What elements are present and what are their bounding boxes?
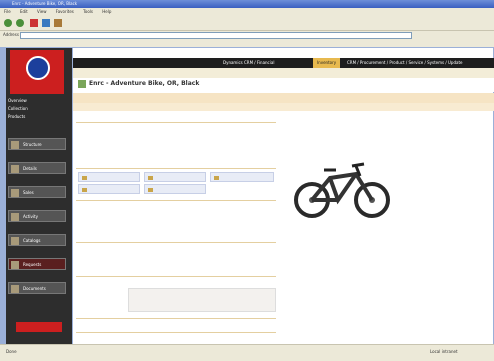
- product-icon: [78, 80, 86, 88]
- divider: [76, 318, 276, 319]
- quick-link-tile[interactable]: [144, 172, 206, 182]
- menu-tools[interactable]: Tools: [83, 8, 93, 16]
- sidebar-button-structure[interactable]: Structure: [8, 138, 66, 150]
- sidebar-button-documents[interactable]: Documents: [8, 282, 66, 294]
- sidebar-button-requests[interactable]: Requests: [8, 258, 66, 270]
- status-zone: Local intranet: [430, 349, 458, 354]
- menu-bar: File Edit View Favorites Tools Help: [0, 8, 494, 16]
- breadcrumb: [73, 68, 494, 78]
- menu-view[interactable]: View: [37, 8, 47, 16]
- sidebar-link-collection[interactable]: Collection: [8, 106, 28, 111]
- status-text: Done: [6, 349, 17, 354]
- product-image: [294, 162, 390, 218]
- divider: [76, 168, 276, 169]
- home-icon[interactable]: [54, 19, 62, 27]
- window-title: Enrc - Adventure Bike, OR, Black: [12, 1, 78, 6]
- browser-toolbar: [0, 16, 494, 31]
- bike-frame: [310, 171, 374, 205]
- tab-financial[interactable]: Dynamics CRM / Financial: [223, 58, 274, 68]
- divider: [76, 242, 276, 243]
- links-bar: [0, 39, 494, 47]
- tab-procurement[interactable]: CRM / Procurement / Product / Service / …: [347, 58, 463, 68]
- back-icon[interactable]: [4, 19, 12, 27]
- quick-link-tile[interactable]: [144, 184, 206, 194]
- record-title: Enrc - Adventure Bike, OR, Black: [89, 80, 200, 87]
- sidebar-button-catalogs[interactable]: Catalogs: [8, 234, 66, 246]
- address-label: Address: [3, 32, 19, 37]
- sidebar-footer-logo: [16, 322, 62, 332]
- menu-favorites[interactable]: Favorites: [56, 8, 74, 16]
- notes-field[interactable]: [128, 288, 276, 312]
- address-input[interactable]: [20, 32, 412, 39]
- divider: [76, 200, 276, 201]
- menu-help[interactable]: Help: [102, 8, 111, 16]
- quick-link-tile[interactable]: [78, 184, 140, 194]
- quick-link-tile[interactable]: [78, 172, 140, 182]
- divider: [76, 122, 276, 123]
- quick-link-tile[interactable]: [210, 172, 274, 182]
- sidebar-button-details[interactable]: Details: [8, 162, 66, 174]
- forward-icon[interactable]: [16, 19, 24, 27]
- menu-file[interactable]: File: [4, 8, 11, 16]
- sidebar-link-overview[interactable]: Overview: [8, 98, 27, 103]
- brand-logo: [10, 50, 64, 94]
- record-header: Enrc - Adventure Bike, OR, Black: [73, 78, 494, 92]
- status-bar: Done Local intranet: [0, 344, 494, 361]
- sidebar-button-sales[interactable]: Sales: [8, 186, 66, 198]
- divider: [76, 276, 276, 277]
- menu-edit[interactable]: Edit: [20, 8, 28, 16]
- divider: [76, 332, 276, 333]
- stop-icon[interactable]: [30, 19, 38, 27]
- sidebar-button-activity[interactable]: Activity: [8, 210, 66, 222]
- window-title-bar: Enrc - Adventure Bike, OR, Black: [0, 0, 494, 8]
- refresh-icon[interactable]: [42, 19, 50, 27]
- sub-action-bar: [73, 103, 494, 111]
- top-navigation: Dynamics CRM / Financial Inventory CRM /…: [73, 58, 494, 68]
- action-bar: [73, 93, 494, 111]
- sidebar-link-products[interactable]: Products: [8, 114, 25, 119]
- tab-inventory[interactable]: Inventory: [313, 58, 341, 68]
